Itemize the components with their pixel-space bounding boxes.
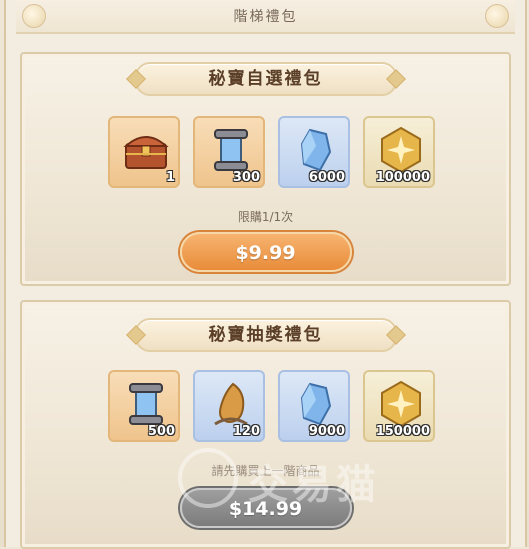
gold-coin-icon [381, 380, 421, 428]
purchase-limit: 限購1/1次 [237, 210, 294, 224]
item-quantity: 100000 [375, 170, 430, 185]
gold-coin-icon [381, 126, 421, 174]
amber-stone-icon [214, 382, 248, 426]
reward-items: 1 300 6000 100000 [108, 116, 435, 188]
item-quantity: 9000 [308, 424, 345, 439]
treasure-chest-icon [123, 136, 169, 169]
banner-ornament-icon [485, 4, 509, 28]
gift-pack-panel-1: 秘寶自選禮包 1 300 6000 100000 限購1/1次 $9.99 [20, 52, 511, 286]
panel-title: 秘寶抽獎禮包 [134, 318, 397, 352]
blue-crystal-icon [300, 382, 332, 426]
watermark-text: 交易猫 [248, 462, 380, 508]
reward-item-scroll[interactable]: 500 [108, 370, 180, 442]
item-quantity: 1 [165, 170, 175, 185]
gift-pack-panel-2: 秘寶抽獎禮包 500 120 9000 150000 請先購買上一階商品 $14… [20, 300, 511, 549]
item-quantity: 300 [232, 170, 260, 185]
watermark-logo-icon [178, 448, 238, 508]
reward-item-crystal[interactable]: 6000 [278, 116, 350, 188]
top-banner: 階梯禮包 [16, 0, 515, 34]
reward-item-coin[interactable]: 100000 [363, 116, 435, 188]
reward-item-crystal[interactable]: 9000 [278, 370, 350, 442]
summon-scroll-icon [214, 129, 248, 171]
reward-item-amber[interactable]: 120 [193, 370, 265, 442]
buy-button-9-99[interactable]: $9.99 [179, 232, 352, 272]
reward-item-coin[interactable]: 150000 [363, 370, 435, 442]
item-quantity: 150000 [375, 424, 430, 439]
reward-item-chest[interactable]: 1 [108, 116, 180, 188]
item-quantity: 500 [147, 424, 175, 439]
item-quantity: 120 [232, 424, 260, 439]
reward-item-scroll[interactable]: 300 [193, 116, 265, 188]
item-quantity: 6000 [308, 170, 345, 185]
reward-items: 500 120 9000 150000 [108, 370, 435, 442]
panel-title: 秘寶自選禮包 [134, 62, 397, 96]
summon-scroll-icon [129, 383, 163, 425]
blue-crystal-icon [300, 128, 332, 172]
banner-title: 階梯禮包 [233, 9, 298, 25]
watermark: 交易猫 [178, 448, 508, 508]
